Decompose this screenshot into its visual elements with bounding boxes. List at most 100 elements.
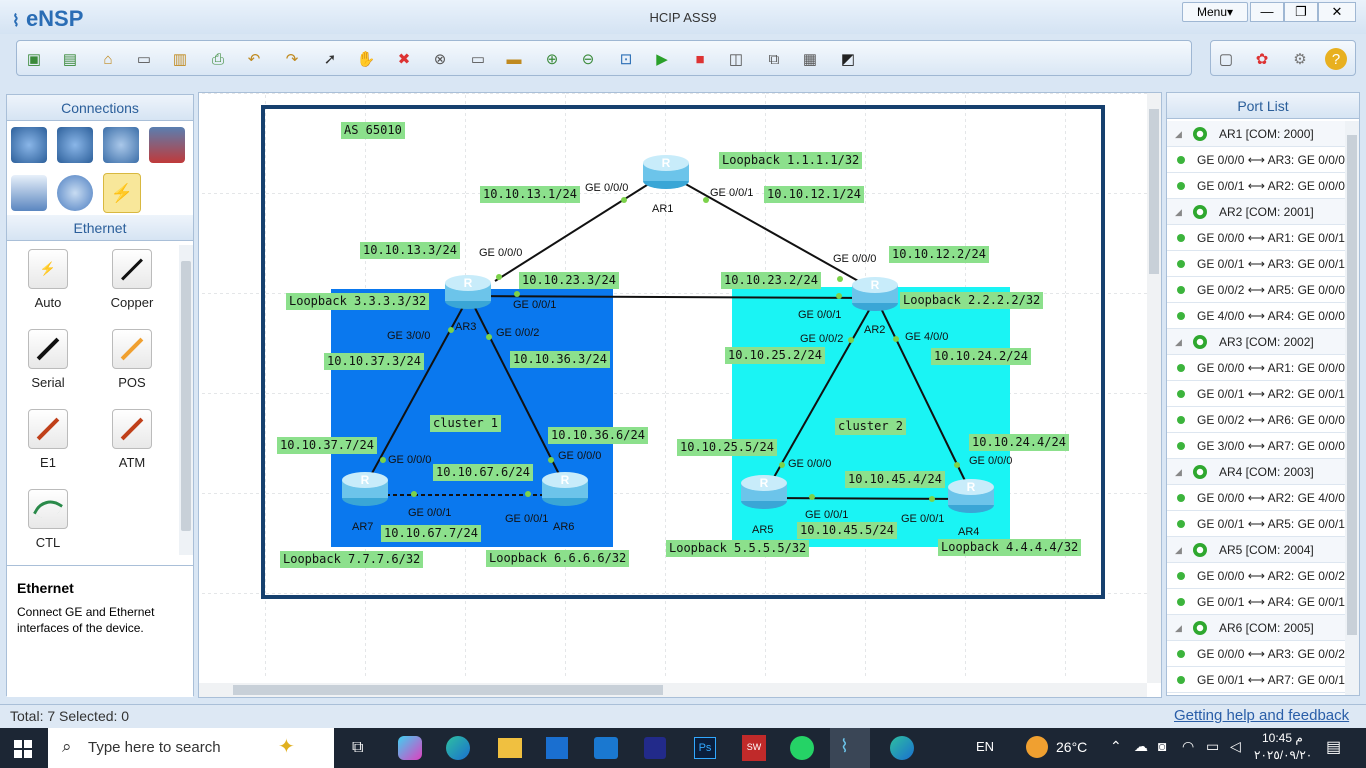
open-icon[interactable]: ⌂ — [97, 48, 119, 70]
port-list-row[interactable]: GE 0/0/1 ⟷ AR5: GE 0/0/1 — [1167, 511, 1345, 537]
port-list-row[interactable]: GE 0/0/1 ⟷ AR2: GE 0/0/1 — [1167, 381, 1345, 407]
huawei-icon[interactable]: ✿ — [1251, 48, 1273, 70]
port-list-row[interactable]: GE 0/0/0 ⟷ AR1: GE 0/0/0 — [1167, 355, 1345, 381]
app-icon[interactable] — [644, 737, 666, 759]
cable-copper[interactable]: Copper — [97, 249, 167, 310]
edge-dev-icon[interactable] — [890, 736, 914, 760]
cable-serial[interactable]: Serial — [13, 329, 83, 390]
store-icon[interactable] — [546, 737, 568, 759]
chat-icon[interactable]: ▢ — [1215, 48, 1237, 70]
cloud-category-icon[interactable] — [57, 175, 93, 211]
new-topology-icon[interactable]: ▣ — [23, 48, 45, 70]
language-indicator[interactable]: EN — [976, 739, 994, 754]
volume-icon[interactable]: ◁ — [1230, 738, 1241, 755]
stop-device-icon[interactable]: ■ — [689, 48, 711, 70]
port-list-scrollbar[interactable] — [1345, 121, 1359, 695]
minimize-button[interactable]: — — [1250, 2, 1284, 22]
port-list-row[interactable]: GE 0/0/0 ⟷ AR3: GE 0/0/2 — [1167, 641, 1345, 667]
switch-category-icon[interactable] — [57, 127, 93, 163]
capture-icon[interactable]: ◫ — [725, 48, 747, 70]
port-list-device-header[interactable]: ◢ AR2 [COM: 2001] — [1167, 199, 1345, 225]
undo-icon[interactable]: ↶ — [243, 48, 265, 70]
canvas-vertical-scrollbar[interactable] — [1147, 93, 1161, 683]
photoshop-icon[interactable]: Ps — [694, 737, 716, 759]
delete-icon[interactable]: ✖ — [393, 48, 415, 70]
cable-ctl[interactable]: CTL — [13, 489, 83, 550]
wifi-icon[interactable]: ◠ — [1182, 738, 1194, 755]
port-list-row[interactable]: GE 0/0/0 ⟷ AR1: GE 0/0/1 — [1167, 225, 1345, 251]
port-list-row[interactable]: GE 0/0/1 ⟷ AR4: GE 0/0/1 — [1167, 589, 1345, 615]
terminal-icon[interactable]: ◩ — [837, 48, 859, 70]
topology-canvas[interactable]: R R R R R R R AR1 AR2 AR3 AR4 AR5 AR6 AR… — [198, 92, 1162, 698]
close-button[interactable]: ✕ — [1318, 2, 1356, 22]
redo-icon[interactable]: ↷ — [281, 48, 303, 70]
router-ar7-icon[interactable]: R — [340, 468, 390, 508]
collapse-icon[interactable]: ◢ — [1175, 459, 1182, 485]
chevron-up-icon[interactable]: ⌃ — [1110, 738, 1122, 755]
delete-link-icon[interactable]: ⊗ — [429, 48, 451, 70]
router-ar5-icon[interactable]: R — [739, 471, 789, 511]
palette-icon[interactable]: ▬ — [503, 48, 525, 70]
camera-icon[interactable]: ◙ — [1158, 738, 1166, 754]
fit-view-icon[interactable]: ⊡ — [615, 48, 637, 70]
edge-icon[interactable] — [446, 736, 470, 760]
battery-icon[interactable]: ▭ — [1206, 738, 1219, 755]
zoom-out-icon[interactable]: ⊖ — [577, 48, 599, 70]
new-example-icon[interactable]: ▤ — [59, 48, 81, 70]
topology-icon[interactable]: ⧉ — [763, 48, 785, 70]
outlook-icon[interactable] — [594, 737, 618, 759]
port-list-row[interactable]: GE 0/0/1 ⟷ AR3: GE 0/0/1 — [1167, 251, 1345, 277]
solidworks-icon[interactable]: SW — [742, 735, 766, 761]
cable-atm[interactable]: ATM — [97, 409, 167, 470]
help-icon[interactable]: ? — [1325, 48, 1347, 70]
cable-pos[interactable]: POS — [97, 329, 167, 390]
port-list-row[interactable]: GE 4/0/0 ⟷ AR4: GE 0/0/0 — [1167, 303, 1345, 329]
save-icon[interactable]: ▭ — [133, 48, 155, 70]
port-list-row[interactable]: GE 0/0/0 ⟷ AR3: GE 0/0/0 — [1167, 147, 1345, 173]
zoom-in-icon[interactable]: ⊕ — [541, 48, 563, 70]
wireless-category-icon[interactable] — [103, 127, 139, 163]
port-list-row[interactable]: GE 0/0/2 ⟷ AR6: GE 0/0/0 — [1167, 407, 1345, 433]
port-list-row[interactable]: GE 0/0/0 ⟷ AR2: GE 0/0/2 — [1167, 563, 1345, 589]
router-ar6-icon[interactable]: R — [540, 468, 590, 508]
router-ar3-icon[interactable]: R — [443, 271, 493, 311]
pan-hand-icon[interactable]: ✋ — [355, 48, 377, 70]
router-ar2-icon[interactable]: R — [850, 273, 900, 313]
firewall-category-icon[interactable] — [149, 127, 185, 163]
grid-icon[interactable]: ▦ — [799, 48, 821, 70]
ensp-taskbar-button[interactable]: ⌇ — [830, 728, 870, 768]
canvas-horizontal-scrollbar[interactable] — [199, 683, 1147, 697]
port-list-device-header[interactable]: ◢ AR5 [COM: 2004] — [1167, 537, 1345, 563]
copilot-icon[interactable] — [398, 736, 422, 760]
help-feedback-link[interactable]: Getting help and feedback — [1174, 707, 1349, 724]
port-list-row[interactable]: GE 0/0/0 ⟷ AR2: GE 4/0/0 — [1167, 485, 1345, 511]
collapse-icon[interactable]: ◢ — [1175, 121, 1182, 147]
restore-button[interactable]: ❐ — [1284, 2, 1318, 22]
pc-category-icon[interactable] — [11, 175, 47, 211]
cable-e1[interactable]: E1 — [13, 409, 83, 470]
port-list-row[interactable]: GE 0/0/2 ⟷ AR5: GE 0/0/0 — [1167, 277, 1345, 303]
notification-icon[interactable]: ▤ — [1326, 737, 1341, 757]
port-list-device-header[interactable]: ◢ AR6 [COM: 2005] — [1167, 615, 1345, 641]
start-device-icon[interactable]: ▶ — [651, 48, 673, 70]
port-list-device-header[interactable]: ◢ AR1 [COM: 2000] — [1167, 121, 1345, 147]
menu-button[interactable]: Menu▾ — [1182, 2, 1248, 22]
windows-start-icon[interactable] — [14, 740, 32, 758]
port-list-device-header[interactable]: ◢ AR3 [COM: 2002] — [1167, 329, 1345, 355]
cable-auto[interactable]: ⚡ Auto — [13, 249, 83, 310]
task-view-icon[interactable]: ⧉ — [352, 739, 363, 757]
device-list-scrollbar[interactable] — [179, 245, 193, 555]
whatsapp-icon[interactable] — [790, 736, 814, 760]
router-ar1-icon[interactable]: R — [641, 151, 691, 191]
file-explorer-icon[interactable] — [498, 738, 522, 758]
router-category-icon[interactable] — [11, 127, 47, 163]
port-list-device-header[interactable]: ◢ AR4 [COM: 2003] — [1167, 459, 1345, 485]
collapse-icon[interactable]: ◢ — [1175, 615, 1182, 641]
port-list-row[interactable]: GE 0/0/1 ⟷ AR7: GE 0/0/1 — [1167, 667, 1345, 693]
select-icon[interactable]: ➚ — [319, 48, 341, 70]
router-ar4-icon[interactable]: R — [946, 475, 996, 515]
onedrive-icon[interactable]: ☁ — [1134, 738, 1148, 755]
port-list-row[interactable]: GE 0/0/1 ⟷ AR2: GE 0/0/0 — [1167, 173, 1345, 199]
taskbar-search[interactable]: ⌕ Type here to search ✦ — [48, 728, 334, 768]
text-note-icon[interactable]: ▭ — [467, 48, 489, 70]
